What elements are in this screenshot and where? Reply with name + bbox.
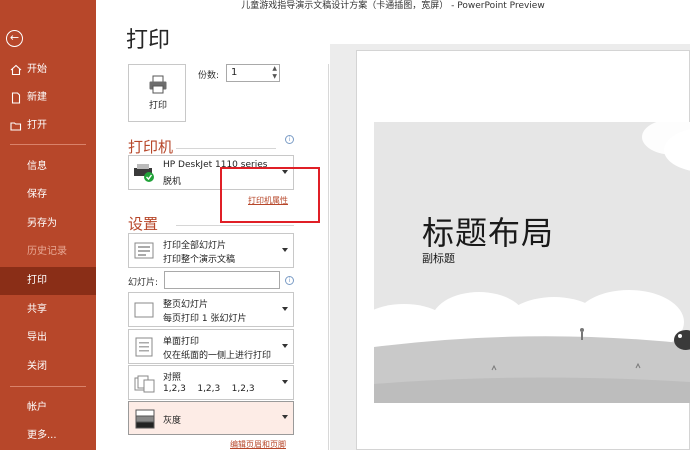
nav-home[interactable]: 开始	[0, 56, 96, 84]
collate-dropdown[interactable]: 对照 1,2,3 1,2,3 1,2,3	[128, 365, 294, 400]
new-document-icon	[11, 92, 21, 104]
layout-title: 整页幻灯片	[163, 300, 209, 310]
edit-header-footer-link[interactable]: 编辑页眉和页脚	[230, 439, 286, 450]
grayscale-icon	[135, 409, 155, 429]
nav-save-label: 保存	[27, 189, 47, 200]
chevron-down-icon	[282, 415, 288, 419]
chevron-down-icon	[282, 343, 288, 348]
slides-label: 幻灯片:	[128, 278, 159, 288]
collate-icon	[134, 375, 155, 393]
collate-title: 对照	[163, 373, 182, 383]
nav-print-label: 打印	[27, 275, 47, 286]
layout-desc: 每页打印 1 张幻灯片	[163, 314, 247, 324]
sides-title: 单面打印	[163, 337, 200, 347]
page-title: 打印	[126, 28, 171, 53]
print-range-dropdown[interactable]: 打印全部幻灯片 打印整个演示文稿	[128, 233, 294, 268]
nav-home-label: 开始	[27, 64, 47, 75]
open-folder-icon	[10, 122, 22, 131]
color-mode-label: 灰度	[163, 416, 182, 426]
slides-input[interactable]	[164, 271, 280, 289]
slide-preview: 标题布局 副标题	[374, 122, 690, 403]
chevron-down-icon	[282, 247, 288, 252]
copies-stepper[interactable]: 1 ▲ ▼	[226, 64, 280, 82]
nav-save-as[interactable]: 另存为	[0, 210, 96, 238]
nav-open-label: 打开	[27, 120, 47, 131]
section-divider	[176, 148, 276, 149]
nav-print[interactable]: 打印	[0, 267, 96, 295]
sidebar-divider	[10, 144, 86, 145]
chevron-down-icon	[282, 379, 288, 384]
nav-history[interactable]: 历史记录	[0, 238, 96, 266]
nav-open[interactable]: 打开	[0, 112, 96, 140]
full-page-slide-icon	[134, 302, 154, 318]
slide-subtitle: 副标题	[422, 252, 455, 265]
nav-save-as-label: 另存为	[27, 218, 57, 229]
print-range-desc: 打印整个演示文稿	[163, 255, 236, 265]
sides-desc: 仅在纸面的一侧上进行打印	[163, 351, 272, 361]
nav-close-label: 关闭	[27, 361, 47, 372]
printer-icon	[149, 75, 167, 94]
info-icon[interactable]: i	[285, 276, 294, 285]
nav-more[interactable]: 更多...	[0, 422, 96, 450]
nav-new-label: 新建	[27, 92, 47, 103]
chevron-down-icon	[282, 306, 288, 311]
layout-dropdown[interactable]: 整页幻灯片 每页打印 1 张幻灯片	[128, 292, 294, 327]
printer-status: 脱机	[163, 177, 182, 187]
nav-share[interactable]: 共享	[0, 296, 96, 324]
nav-share-label: 共享	[27, 304, 47, 315]
printer-device-icon	[134, 164, 154, 182]
back-arrow-icon[interactable]: ←	[6, 30, 23, 47]
print-button[interactable]: 打印	[128, 64, 186, 122]
highlight-box	[220, 167, 320, 223]
slide-title: 标题布局	[422, 214, 555, 252]
nav-close[interactable]: 关闭	[0, 353, 96, 381]
spin-arrows-icon[interactable]: ▲ ▼	[272, 65, 277, 81]
sidebar-divider	[10, 386, 86, 387]
collate-desc: 1,2,3 1,2,3 1,2,3	[163, 384, 255, 394]
color-dropdown[interactable]: 灰度	[128, 401, 294, 435]
panel-divider	[328, 64, 329, 450]
print-button-label: 打印	[148, 101, 167, 111]
sides-dropdown[interactable]: 单面打印 仅在纸面的一侧上进行打印	[128, 329, 294, 364]
slides-stack-icon	[134, 242, 154, 259]
single-sided-icon	[135, 337, 153, 357]
nav-info[interactable]: 信息	[0, 153, 96, 181]
printer-section-header: 打印机	[128, 138, 174, 156]
settings-section-header: 设置	[128, 215, 159, 233]
nav-info-label: 信息	[27, 161, 47, 172]
home-icon	[10, 64, 22, 76]
nav-history-label: 历史记录	[27, 246, 67, 257]
nav-export-label: 导出	[27, 332, 47, 343]
nav-export[interactable]: 导出	[0, 324, 96, 352]
backstage-sidebar: ← 开始 新建 打开 信息 保存 另存为 历史记录 打印 共享 导出 关闭 帐户…	[0, 0, 96, 450]
nav-new[interactable]: 新建	[0, 84, 96, 112]
nav-save[interactable]: 保存	[0, 181, 96, 209]
window-title: 儿童游戏指导演示文稿设计方案（卡通插图，宽屏） - PowerPoint Pre…	[241, 1, 545, 11]
copies-value: 1	[231, 67, 238, 78]
nav-account[interactable]: 帐户	[0, 394, 96, 422]
print-range-title: 打印全部幻灯片	[163, 241, 227, 251]
nav-account-label: 帐户	[27, 402, 47, 413]
copies-label: 份数:	[198, 71, 220, 81]
info-icon[interactable]: i	[285, 135, 294, 144]
nav-more-label: 更多...	[27, 430, 57, 441]
section-divider	[176, 225, 294, 226]
